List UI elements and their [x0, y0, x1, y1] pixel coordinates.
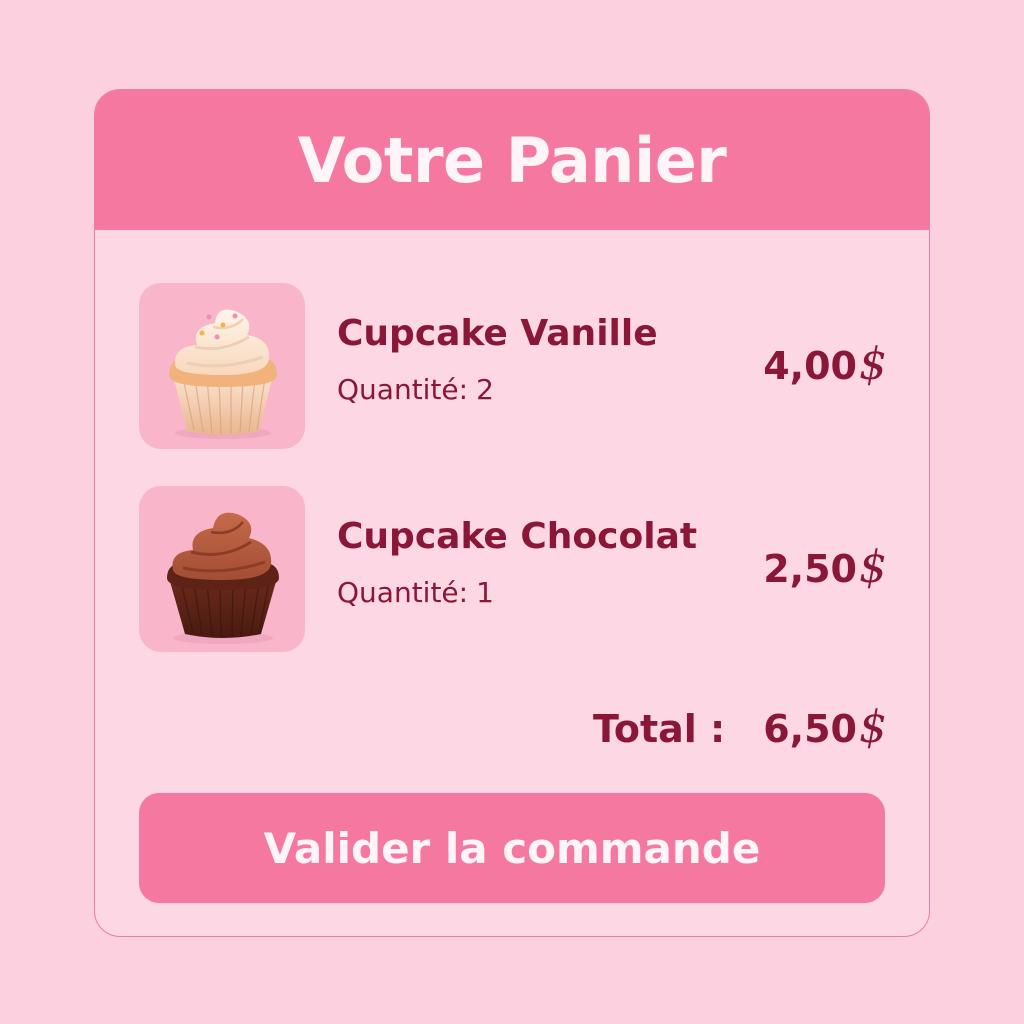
- item-quantity: Quantité: 1: [337, 576, 494, 609]
- cart-item: Cupcake Chocolat Quantité: 1 2,50 $: [139, 486, 887, 652]
- quantity-value: 2: [476, 373, 494, 406]
- price-value: 4,00: [763, 344, 857, 388]
- currency-symbol: $: [859, 542, 887, 593]
- cart-item: Cupcake Vanille Quantité: 2 4,00 $: [139, 283, 887, 449]
- chocolate-cupcake-icon: [167, 512, 279, 644]
- item-quantity: Quantité: 2: [337, 373, 494, 406]
- page-title: Votre Panier: [297, 123, 727, 197]
- checkout-button[interactable]: Valider la commande: [139, 793, 885, 903]
- quantity-value: 1: [476, 576, 494, 609]
- price-value: 2,50: [763, 547, 857, 591]
- item-name: Cupcake Chocolat: [337, 516, 698, 557]
- total-label: Total :: [592, 707, 726, 751]
- cart-card: Votre Panier Cupcake Vanille Quantité: 2…: [94, 89, 930, 937]
- quantity-label: Quantité:: [337, 373, 469, 406]
- currency-symbol: $: [859, 339, 887, 390]
- vanilla-cupcake-icon: [169, 309, 277, 439]
- item-price: 2,50 $: [763, 542, 887, 593]
- quantity-label: Quantité:: [337, 576, 469, 609]
- item-price: 4,00 $: [763, 339, 887, 390]
- chocolate-cupcake-image: [139, 486, 305, 652]
- currency-symbol: $: [859, 702, 887, 753]
- cart-total: Total : 6,50 $: [593, 702, 887, 753]
- cart-header: Votre Panier: [95, 90, 929, 230]
- total-value: 6,50: [763, 707, 857, 751]
- item-name: Cupcake Vanille: [337, 313, 658, 354]
- vanilla-cupcake-image: [139, 283, 305, 449]
